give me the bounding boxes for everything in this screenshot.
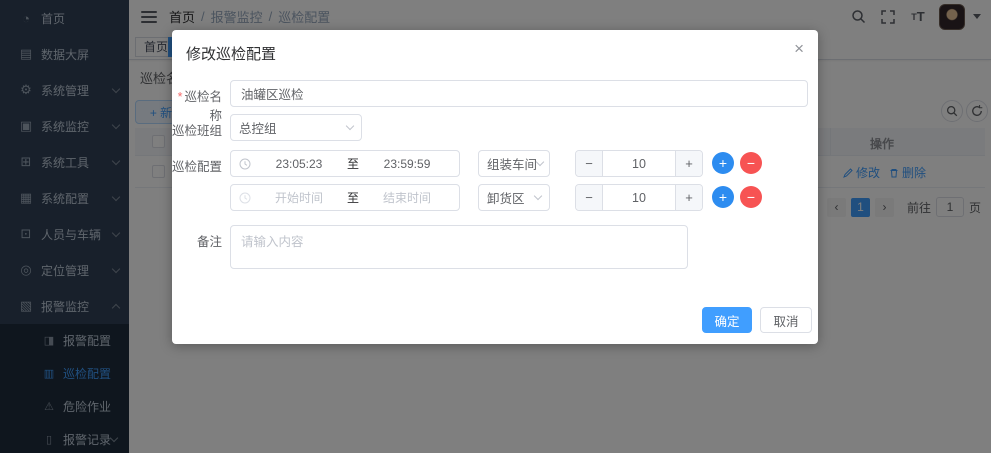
area-select-value: 组装车间 (487, 154, 537, 173)
close-icon[interactable]: × (794, 40, 804, 57)
stepper-value[interactable]: 10 (603, 185, 675, 210)
area-select-row2[interactable]: 卸货区 (478, 184, 550, 211)
chevron-down-icon (536, 158, 544, 166)
start-time-value[interactable]: 23:05:23 (255, 157, 343, 171)
stepper-increase-button[interactable]: + (675, 185, 702, 210)
count-stepper-row1: − 10 + (575, 150, 703, 177)
chevron-down-icon (346, 122, 354, 130)
end-time-placeholder[interactable]: 结束时间 (363, 189, 451, 206)
time-range-picker-row2[interactable]: 开始时间 至 结束时间 (230, 184, 460, 211)
cancel-button[interactable]: 取消 (760, 307, 812, 333)
range-separator: 至 (347, 155, 359, 172)
team-select[interactable]: 总控组 (230, 114, 362, 141)
team-select-value: 总控组 (239, 118, 347, 137)
team-field-label: 巡检班组 (172, 120, 222, 139)
stepper-decrease-button[interactable]: − (576, 151, 603, 176)
area-select-value: 卸货区 (487, 188, 535, 207)
stepper-value[interactable]: 10 (603, 151, 675, 176)
chevron-down-icon (534, 192, 542, 200)
clock-icon (239, 192, 251, 204)
app-frame: ◔ 首页 ▤ 数据大屏 ⚙ 系统管理 ▣ 系统监控 ⊞ 系统工具 ▦ 系统配置 (0, 0, 991, 453)
add-config-row-button[interactable]: + (712, 186, 734, 208)
edit-inspection-dialog: 修改巡检配置 × *巡检名称 巡检班组 总控组 巡检配置 23:05:23 至 … (172, 30, 818, 344)
clock-icon (239, 158, 251, 170)
config-field-label: 巡检配置 (172, 156, 222, 175)
count-stepper-row2: − 10 + (575, 184, 703, 211)
range-separator: 至 (347, 189, 359, 206)
start-time-placeholder[interactable]: 开始时间 (255, 189, 343, 206)
confirm-button[interactable]: 确定 (702, 307, 752, 333)
required-mark: * (178, 90, 183, 104)
remark-textarea[interactable] (230, 225, 688, 269)
time-range-picker-row1[interactable]: 23:05:23 至 23:59:59 (230, 150, 460, 177)
stepper-decrease-button[interactable]: − (576, 185, 603, 210)
area-select-row1[interactable]: 组装车间 (478, 150, 550, 177)
dialog-title: 修改巡检配置 (186, 43, 276, 64)
remove-config-row-button[interactable]: − (740, 186, 762, 208)
inspection-name-input[interactable] (230, 80, 808, 107)
add-config-row-button[interactable]: + (712, 152, 734, 174)
remark-field-label: 备注 (172, 231, 222, 250)
name-field-label: *巡检名称 (172, 86, 222, 124)
stepper-increase-button[interactable]: + (675, 151, 702, 176)
end-time-value[interactable]: 23:59:59 (363, 157, 451, 171)
remove-config-row-button[interactable]: − (740, 152, 762, 174)
